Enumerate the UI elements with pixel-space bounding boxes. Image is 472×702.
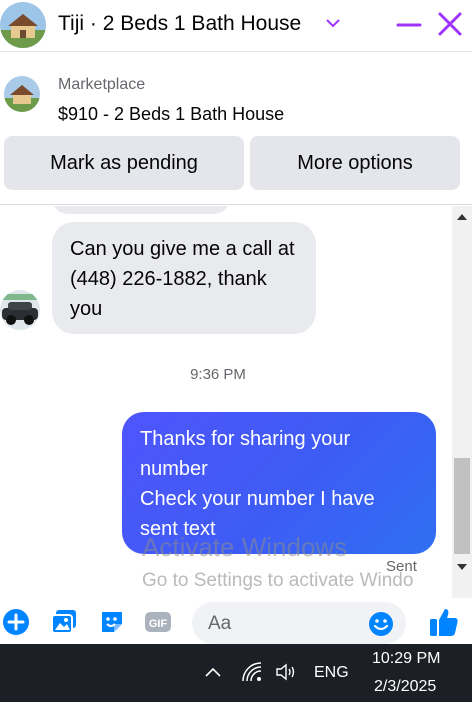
volume-icon[interactable] (274, 660, 298, 684)
thread-scrollbar[interactable] (452, 206, 472, 598)
incoming-message-bubble[interactable]: Can you give me a call at (448) 226-1882… (52, 222, 316, 334)
wifi-icon[interactable] (240, 660, 264, 684)
listing-thumbnail[interactable] (4, 76, 40, 112)
previous-message-bubble (52, 206, 230, 214)
activate-windows-subtext: Go to Settings to activate Windo (142, 570, 414, 591)
thumbs-up-icon[interactable] (428, 606, 460, 638)
outgoing-message-bubble[interactable]: Thanks for sharing your number Check you… (122, 412, 436, 554)
sender-avatar[interactable] (0, 290, 40, 330)
more-options-button[interactable]: More options (250, 136, 460, 190)
mark-as-pending-button[interactable]: Mark as pending (4, 136, 244, 190)
svg-text:GIF: GIF (149, 618, 168, 630)
message-input[interactable]: Aa (192, 602, 406, 644)
listing-name[interactable]: $910 - 2 Beds 1 Bath House (58, 104, 284, 125)
emoji-icon[interactable] (368, 611, 394, 637)
chevron-down-icon[interactable] (324, 14, 342, 32)
plus-icon[interactable] (2, 608, 30, 636)
outgoing-line: Check your number I have (140, 488, 375, 510)
taskbar-clock-time[interactable]: 10:29 PM (372, 650, 440, 668)
chat-header: Tiji · 2 Beds 1 Bath House (0, 0, 472, 52)
photo-icon[interactable] (50, 608, 78, 636)
message-composer: GIF Aa (0, 598, 472, 644)
taskbar-clock-date[interactable]: 2/3/2025 (374, 678, 436, 696)
listing-source: Marketplace (58, 76, 146, 93)
marketplace-listing-card: Marketplace $910 - 2 Beds 1 Bath House M… (0, 60, 472, 205)
windows-taskbar: ENG 10:29 PM 2/3/2025 (0, 644, 472, 702)
conversation-title[interactable]: Tiji · 2 Beds 1 Bath House (58, 12, 301, 36)
sticker-icon[interactable] (98, 608, 126, 636)
message-input-placeholder: Aa (208, 613, 232, 634)
scroll-down-arrow-icon[interactable] (457, 564, 467, 570)
input-language[interactable]: ENG (314, 664, 349, 682)
outgoing-line: sent text (140, 518, 216, 540)
messenger-window: Tiji · 2 Beds 1 Bath House Marketplace $… (0, 0, 472, 702)
show-hidden-icons-chevron-icon[interactable] (204, 664, 222, 682)
message-status: Sent (386, 558, 417, 575)
outgoing-line: Thanks for sharing your (140, 428, 351, 450)
message-timestamp: 9:36 PM (190, 366, 246, 383)
gif-icon[interactable]: GIF (144, 608, 172, 636)
house-avatar[interactable] (0, 2, 46, 48)
message-thread[interactable]: Can you give me a call at (448) 226-1882… (0, 206, 472, 598)
scroll-up-arrow-icon[interactable] (457, 214, 467, 220)
close-icon[interactable] (436, 10, 464, 38)
scrollbar-thumb[interactable] (454, 458, 470, 554)
outgoing-line: number (140, 458, 208, 480)
minimize-icon[interactable] (396, 12, 422, 38)
